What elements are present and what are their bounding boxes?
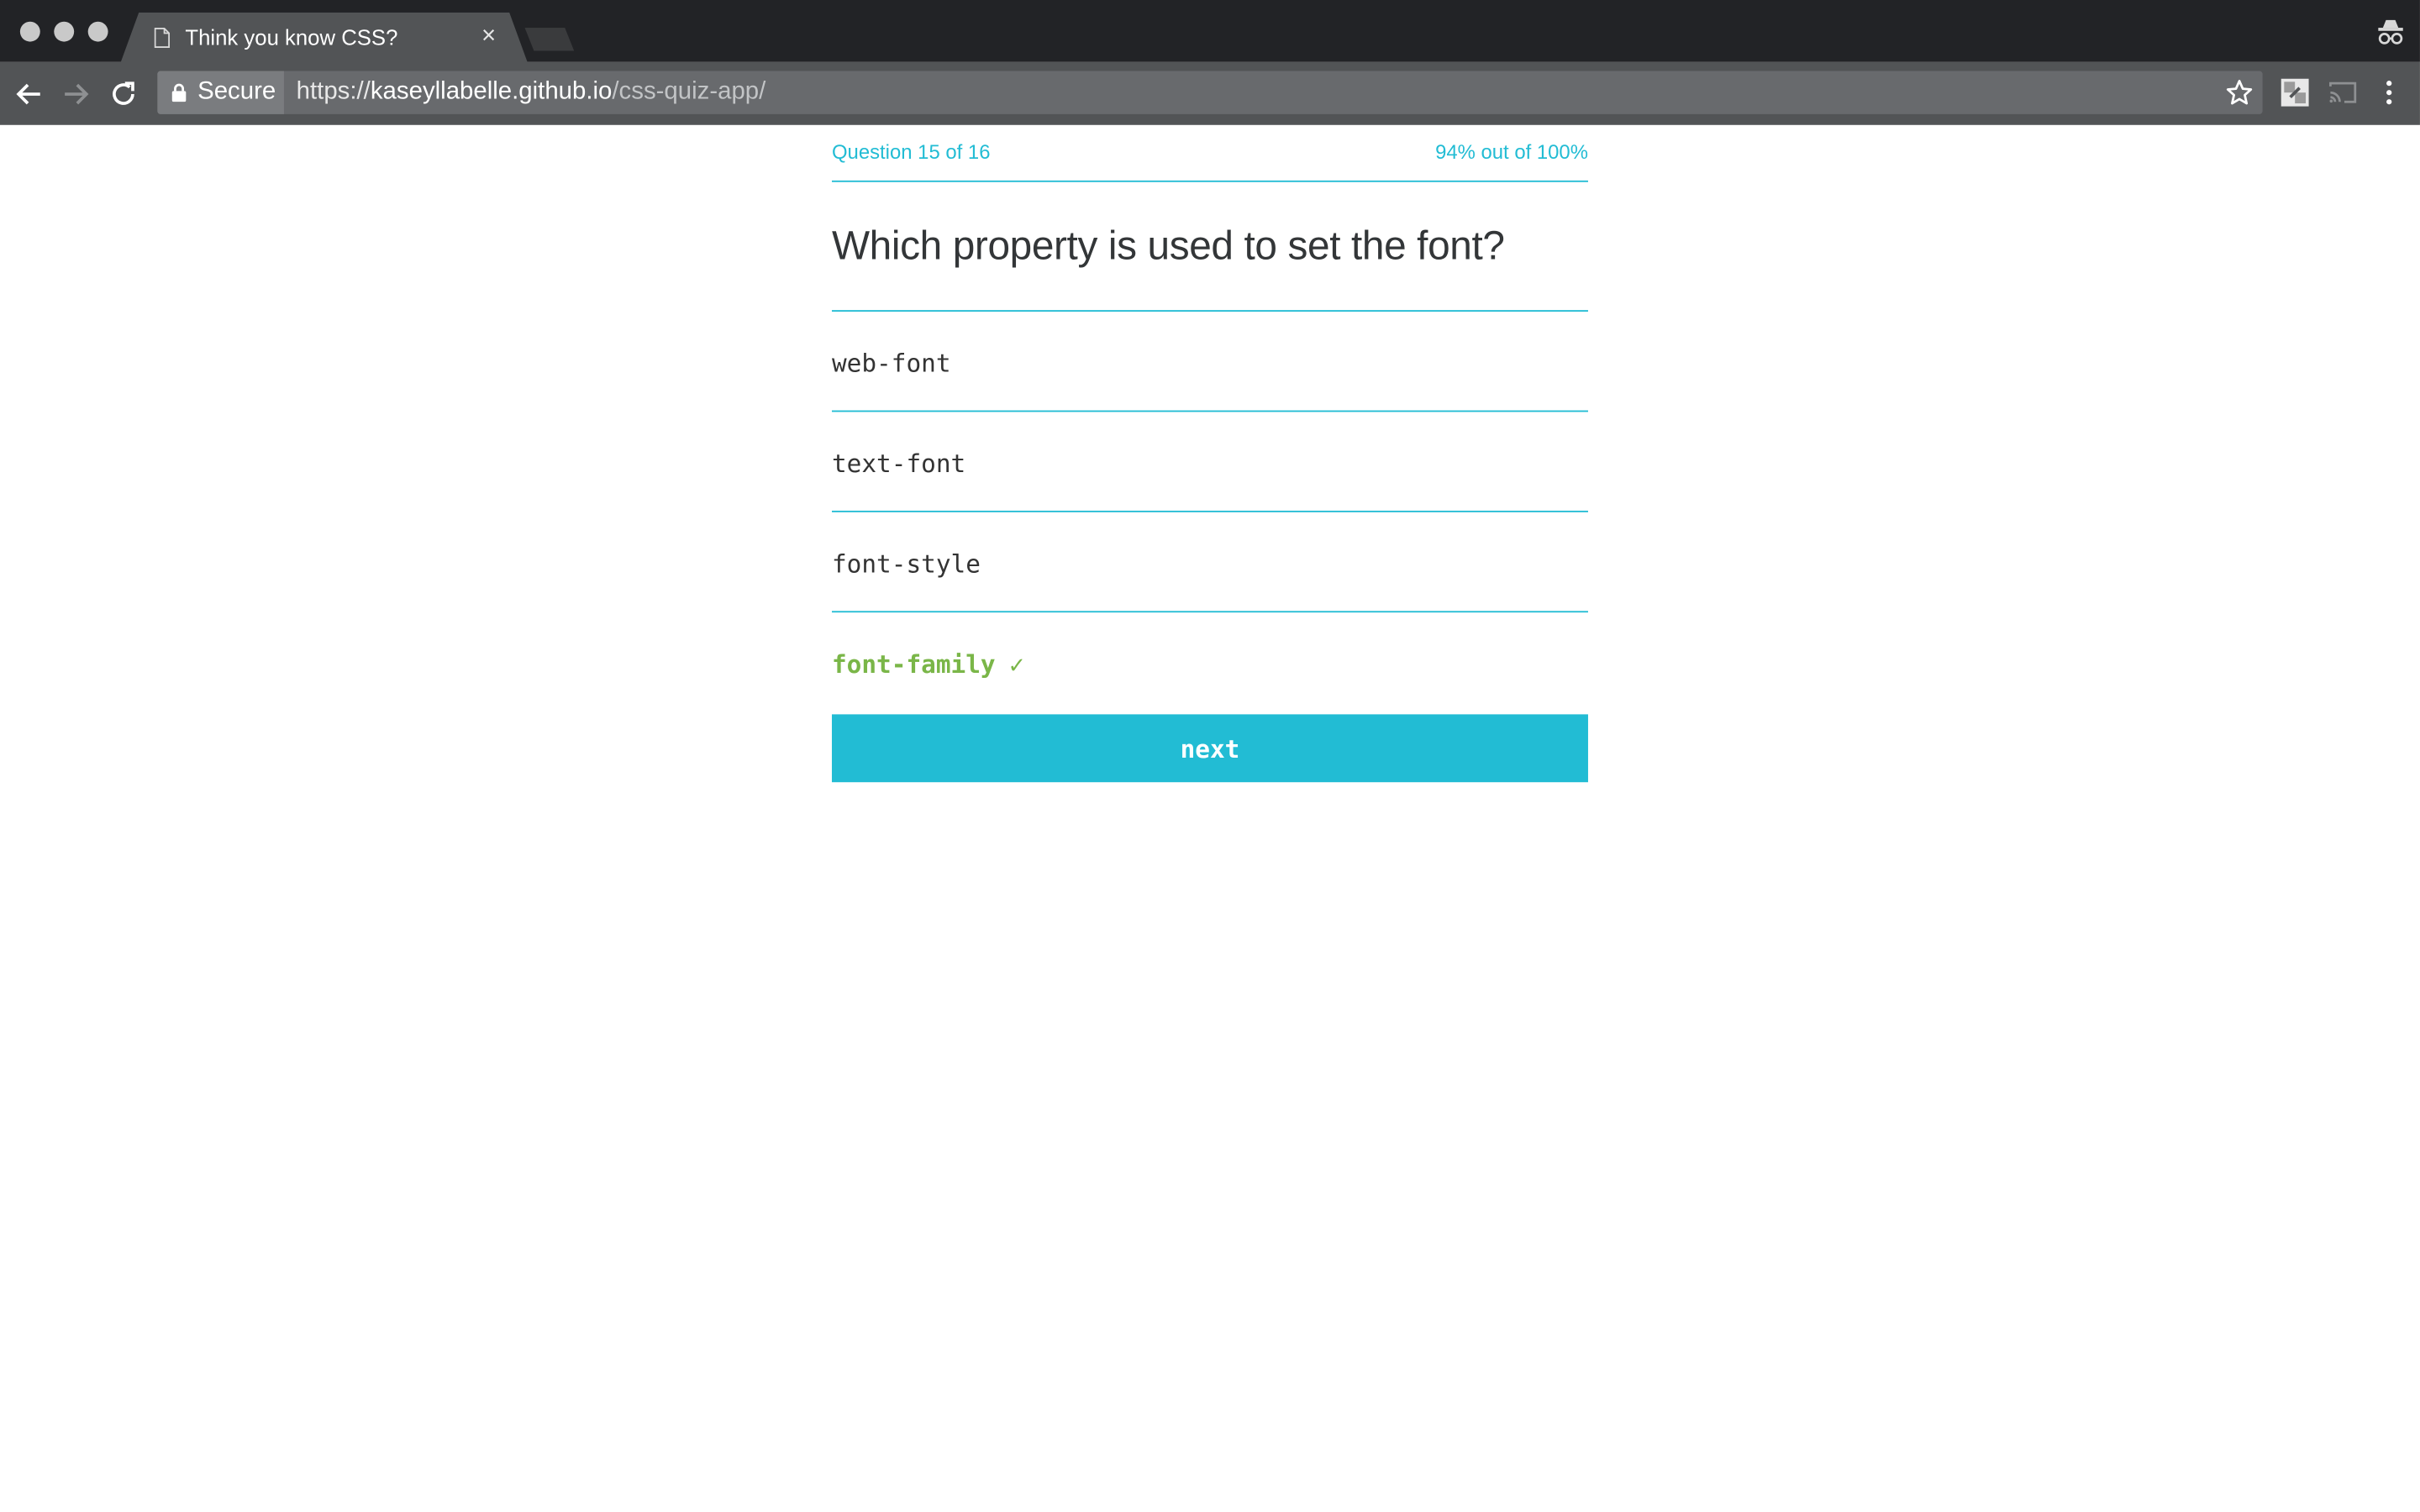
url-scheme: https:// [296, 78, 371, 105]
answer-option[interactable]: web-font [831, 312, 1588, 412]
answer-label: font-family [831, 649, 996, 680]
secure-chip[interactable]: Secure [157, 71, 284, 114]
address-bar[interactable]: Secure https://kaseyllabelle.github.io/c… [157, 71, 2263, 114]
checkmark-icon: ✓ [1009, 649, 1024, 680]
back-arrow-icon[interactable] [13, 77, 46, 111]
url-path: /css-quiz-app/ [612, 78, 766, 105]
quiz-header: Question 15 of 16 94% out of 100% [831, 125, 1588, 182]
new-tab-button[interactable] [524, 28, 575, 51]
score-display: 94% out of 100% [1435, 140, 1588, 164]
answer-text: text-font [831, 449, 966, 479]
menu-icon[interactable] [2378, 79, 2400, 107]
tab-title: Think you know CSS? [185, 24, 398, 50]
minimize-window-button[interactable] [54, 21, 75, 42]
answer-option[interactable]: font-style [831, 512, 1588, 613]
lock-icon [171, 83, 187, 102]
close-window-button[interactable] [19, 21, 40, 42]
tab-close-icon[interactable]: × [481, 24, 496, 51]
secure-label: Secure [197, 78, 276, 105]
next-button[interactable]: next [831, 714, 1588, 783]
browser-toolbar: Secure https://kaseyllabelle.github.io/c… [0, 61, 2420, 125]
star-icon[interactable] [2226, 79, 2254, 107]
browser-titlebar: Think you know CSS? × [0, 0, 2420, 64]
forward-arrow-icon[interactable] [59, 77, 92, 111]
question-progress: Question 15 of 16 [831, 140, 991, 164]
url-text[interactable]: https://kaseyllabelle.github.io/css-quiz… [297, 79, 766, 107]
url-host: kaseyllabelle.github.io [370, 78, 613, 105]
browser-tab[interactable]: Think you know CSS? × [120, 12, 529, 64]
answer-option-correct[interactable]: font-family ✓ [832, 612, 1588, 711]
answer-text: web-font [831, 349, 951, 378]
quiz-card: Question 15 of 16 94% out of 100% Which … [831, 125, 1588, 783]
question-title: Which property is used to set the font? [831, 182, 1588, 312]
answer-text: font-family ✓ [832, 649, 1024, 679]
reload-icon[interactable] [107, 77, 140, 111]
incognito-icon [2378, 19, 2403, 45]
cast-icon[interactable] [2328, 81, 2359, 105]
answer-option[interactable]: text-font [831, 412, 1588, 512]
answer-text: font-style [831, 549, 981, 579]
page-icon [154, 28, 171, 48]
zoom-window-button[interactable] [87, 21, 108, 42]
extension-icon[interactable] [2281, 78, 2309, 107]
